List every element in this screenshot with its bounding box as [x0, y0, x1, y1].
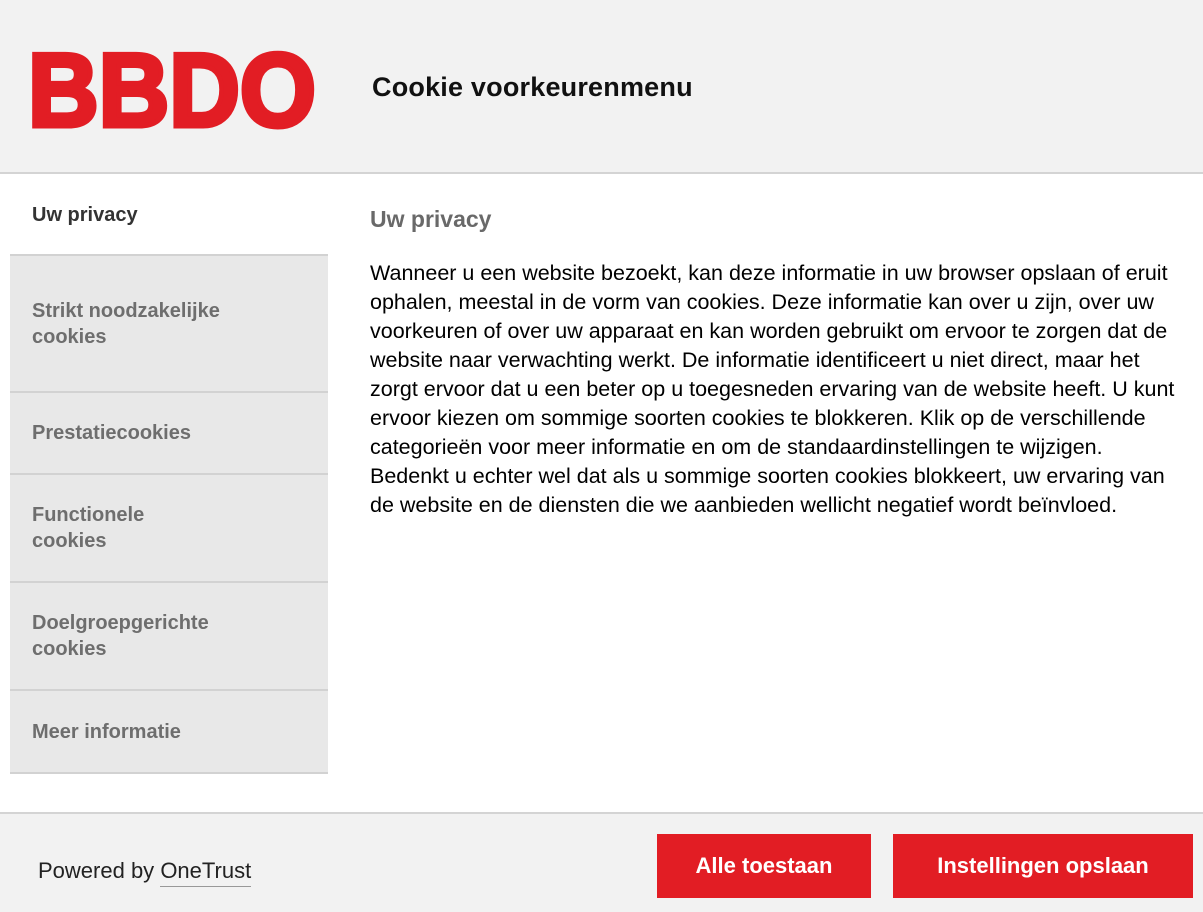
accept-all-button[interactable]: Alle toestaan [657, 834, 871, 898]
powered-by: Powered by OneTrust [38, 858, 252, 887]
sidebar-item-doelgroepgerichte[interactable]: Doelgroepgerichte cookies [10, 583, 328, 691]
onetrust-link[interactable]: OneTrust [160, 858, 252, 887]
content-panel: Uw privacy Wanneer u een website bezoekt… [370, 206, 1180, 520]
logo-text: BBDO [28, 46, 316, 136]
save-settings-button[interactable]: Instellingen opslaan [893, 834, 1193, 898]
sidebar-item-uw-privacy[interactable]: Uw privacy [10, 174, 328, 256]
content-title: Uw privacy [370, 206, 492, 232]
sidebar-item-meer-informatie[interactable]: Meer informatie [10, 691, 328, 774]
sidebar-item-prestatiecookies[interactable]: Prestatiecookies [10, 393, 328, 475]
powered-by-label: Powered by [38, 858, 155, 883]
content-description: Wanneer u een website bezoekt, kan deze … [370, 261, 1175, 517]
sidebar-item-label: Functionele cookies [32, 504, 145, 552]
sidebar-item-label: Uw privacy [32, 204, 138, 226]
sidebar-item-label: Prestatiecookies [32, 422, 191, 444]
sidebar-item-label: Doelgroepgerichte cookies [32, 612, 209, 660]
bbdo-logo: BBDO [28, 46, 318, 136]
footer: Powered by OneTrust Alle toestaan Instel… [0, 812, 1203, 912]
sidebar-item-strikt-noodzakelijke[interactable]: Strikt noodzakelijke cookies [10, 256, 328, 393]
category-sidebar: Uw privacy Strikt noodzakelijke cookies … [10, 174, 328, 774]
sidebar-item-functionele[interactable]: Functionele cookies [10, 475, 328, 583]
sidebar-item-label: Meer informatie [32, 720, 181, 743]
sidebar-item-label: Strikt noodzakelijke cookies [32, 299, 220, 348]
page-title: Cookie voorkeurenmenu [372, 72, 693, 102]
header: BBDO Cookie voorkeurenmenu [0, 0, 1203, 174]
